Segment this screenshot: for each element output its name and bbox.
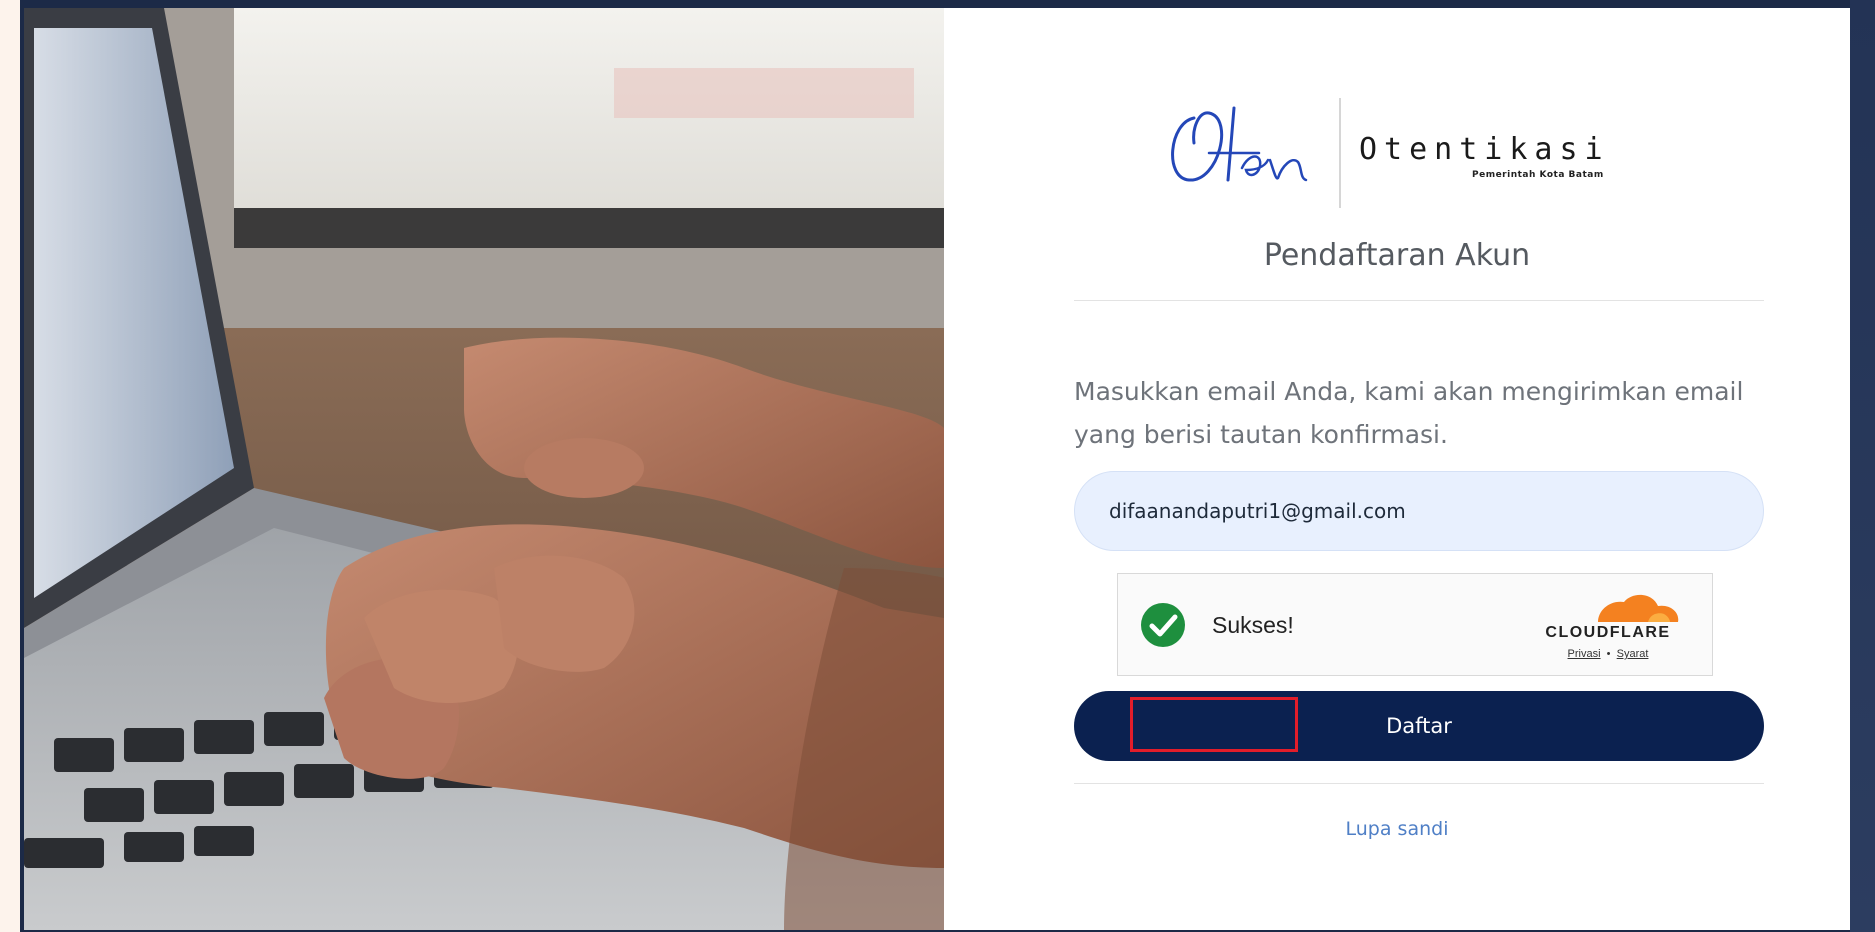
divider (1074, 300, 1764, 301)
brand-logo: Otentikasi Pemerintah Kota Batam (1164, 88, 1664, 208)
oten-script-logo (1171, 106, 1308, 182)
cloudflare-captcha-widget[interactable]: Sukses! CLOUDFLARE Privasi • Syarat (1117, 573, 1713, 676)
forgot-password-link[interactable]: Lupa sandi (944, 818, 1850, 840)
logo-divider (1339, 98, 1341, 208)
hero-photo (24, 8, 944, 930)
email-input[interactable]: difaanandaputri1@gmail.com (1074, 471, 1764, 551)
captcha-status: Sukses! (1212, 612, 1294, 638)
privacy-link[interactable]: Privasi (1568, 648, 1601, 660)
link-separator: • (1606, 648, 1611, 660)
cloudflare-wordmark: CLOUDFLARE (1545, 624, 1671, 641)
terms-link[interactable]: Syarat (1617, 648, 1649, 660)
brand-tagline: Pemerintah Kota Batam (1472, 170, 1604, 180)
captcha-links: Privasi • Syarat (1528, 648, 1688, 660)
check-circle-icon (1141, 603, 1185, 647)
instructions-text: Masukkan email Anda, kami akan mengirimk… (1074, 377, 1744, 449)
highlight-annotation (1130, 697, 1298, 752)
page-title: Pendaftaran Akun (1263, 238, 1531, 273)
login-window: Otentikasi Pemerintah Kota Batam Pendaft… (24, 8, 1850, 930)
page-edge-left (0, 0, 20, 932)
page-edge-right (1850, 0, 1875, 932)
laptop-typing-illustration (24, 8, 944, 930)
brand-wordmark: Otentikasi (1359, 132, 1610, 167)
divider (1074, 783, 1764, 784)
registration-panel: Otentikasi Pemerintah Kota Batam Pendaft… (944, 8, 1850, 930)
